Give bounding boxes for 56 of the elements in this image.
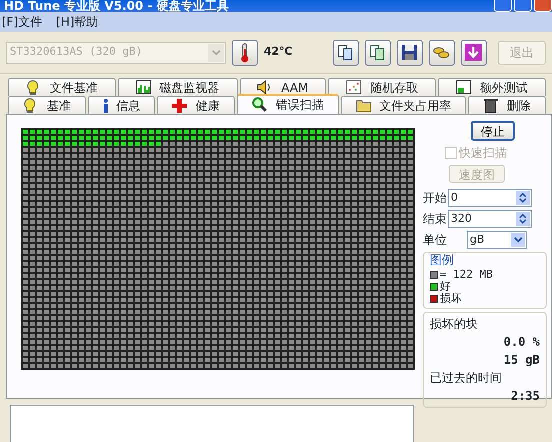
tab[interactable]: 删除 xyxy=(468,96,546,114)
copy-icon xyxy=(337,44,354,61)
thermometer-button[interactable] xyxy=(232,40,258,66)
chevron-down-icon xyxy=(212,50,220,56)
tab[interactable]: 信息 xyxy=(88,96,156,114)
stat-value: 15 gB xyxy=(502,352,540,369)
end-field[interactable]: 320 xyxy=(448,210,532,228)
trash-icon xyxy=(483,98,500,114)
close-button[interactable] xyxy=(534,0,552,12)
checkbox-label: 快速扫描 xyxy=(459,145,507,162)
window-title: HD Tune 专业版 V5.00 - 硬盘专业工具 xyxy=(4,0,229,12)
stat-label: 已过去的时间 xyxy=(430,370,503,387)
field-label: 单位 xyxy=(423,232,447,249)
spin-arrows-icon xyxy=(519,214,527,224)
chart-icon xyxy=(136,80,152,96)
window-icon xyxy=(456,80,472,96)
stat-value: 2:35 xyxy=(510,388,540,405)
tab[interactable]: 文件夹占用率 xyxy=(340,96,466,114)
copy-icon xyxy=(369,44,386,61)
stat-value: 0.0 % xyxy=(502,334,540,351)
chevron-down-icon xyxy=(514,237,522,243)
tab[interactable]: 健康 xyxy=(157,96,236,114)
start-field[interactable]: 0 xyxy=(448,189,532,207)
stop-button[interactable]: 停止 xyxy=(471,121,515,141)
search-icon xyxy=(252,97,268,113)
legend-label: 好 xyxy=(440,281,451,293)
legend-title: 图例 xyxy=(430,252,455,269)
spin-arrows-icon xyxy=(519,193,527,203)
toolbar-button[interactable] xyxy=(332,40,359,66)
field-label: 结束 xyxy=(423,211,447,228)
toolbar-button[interactable] xyxy=(460,40,487,66)
download-icon xyxy=(465,44,482,61)
info-icon xyxy=(102,98,108,114)
maximize-button[interactable] xyxy=(514,0,532,12)
toolbar-button[interactable] xyxy=(396,40,423,66)
save-icon xyxy=(401,44,418,61)
legend-label: = 122 MB xyxy=(440,269,493,281)
tab[interactable]: 磁盘监视器 xyxy=(118,78,238,96)
field-label: 开始 xyxy=(423,190,447,207)
thermometer-icon xyxy=(240,42,250,62)
unit-select[interactable]: gB xyxy=(467,231,527,249)
legend-label: 损坏 xyxy=(440,293,462,305)
tab[interactable]: 随机存取 xyxy=(328,78,436,96)
cross-icon xyxy=(172,98,188,114)
tab[interactable]: 文件基准 xyxy=(8,78,116,96)
tab[interactable]: 错误扫描 xyxy=(237,94,339,114)
toolbar-button[interactable] xyxy=(364,40,391,66)
tab[interactable]: 额外测试 xyxy=(438,78,546,96)
toolbar-button[interactable] xyxy=(428,40,455,66)
temperature-reading: 42℃ xyxy=(264,44,293,60)
stat-label: 损坏的块 xyxy=(430,316,479,333)
menu-item[interactable]: [F]文件 xyxy=(2,13,42,31)
tab[interactable]: 基准 xyxy=(8,96,86,114)
menu-item[interactable]: [H]帮助 xyxy=(56,13,99,31)
scatter-icon xyxy=(346,80,362,96)
minimize-button[interactable] xyxy=(494,0,512,12)
